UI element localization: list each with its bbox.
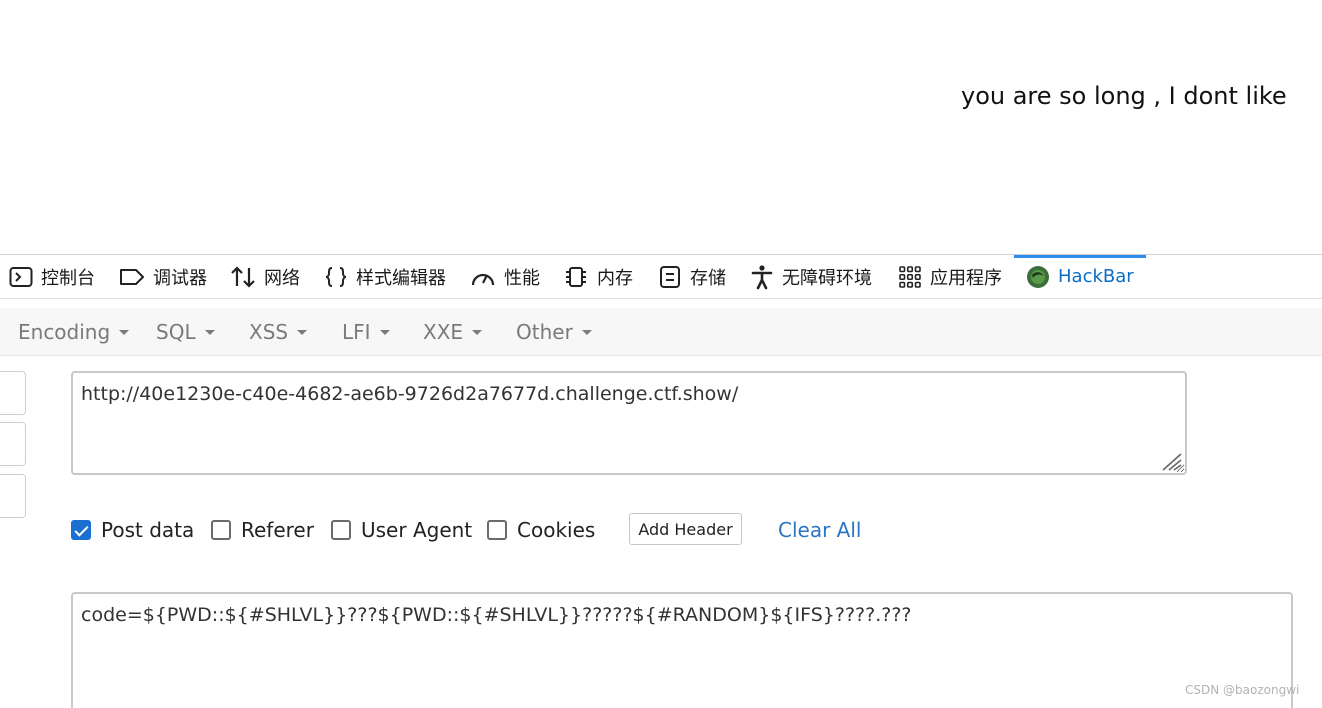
braces-icon (325, 266, 347, 287)
tab-application[interactable]: 应用程序 (898, 255, 1002, 298)
post-data-checkbox[interactable]: Post data (71, 513, 194, 547)
url-input[interactable]: http://40e1230e-c40e-4682-ae6b-9726d2a76… (71, 371, 1187, 475)
debugger-icon (120, 268, 144, 285)
caret-down-icon (119, 329, 130, 335)
tab-storage[interactable]: 存储 (658, 255, 726, 298)
tab-label: 控制台 (41, 267, 95, 289)
tab-network[interactable]: 网络 (230, 255, 300, 298)
caret-down-icon (581, 329, 592, 335)
caret-down-icon (472, 329, 483, 335)
devtools-panel: 控制台 调试器 网络 样式编辑器 性能 内存 存储 无障碍环境 应用程序 Hac… (0, 254, 1322, 708)
menu-other[interactable]: Other (516, 318, 592, 346)
network-arrows-icon (231, 265, 255, 288)
caret-down-icon (297, 329, 308, 335)
site-message: you are so long , I dont like (961, 82, 1287, 110)
tab-console[interactable]: 控制台 (9, 255, 95, 298)
checkbox-icon (331, 520, 351, 540)
menu-label: LFI (342, 320, 371, 344)
tab-label: 应用程序 (930, 267, 1002, 289)
tab-label: 调试器 (153, 267, 207, 289)
tab-label: 样式编辑器 (356, 267, 446, 289)
checkbox-icon (487, 520, 507, 540)
referer-checkbox[interactable]: Referer (211, 513, 314, 547)
checkbox-icon (211, 520, 231, 540)
load-url-button[interactable] (0, 371, 26, 415)
split-url-button[interactable] (0, 422, 26, 466)
menu-xss[interactable]: XSS (249, 318, 308, 346)
tab-label: 网络 (264, 267, 300, 289)
post-data-input[interactable]: code=${PWD::${#SHLVL}}???${PWD::${#SHLVL… (71, 592, 1293, 708)
console-icon (9, 266, 33, 287)
caret-down-icon (379, 329, 390, 335)
menu-label: XXE (423, 320, 464, 344)
tab-performance[interactable]: 性能 (470, 255, 540, 298)
tab-label: 性能 (504, 267, 540, 289)
execute-button[interactable] (0, 474, 26, 518)
tab-memory[interactable]: 内存 (563, 255, 633, 298)
accessibility-icon (751, 264, 773, 289)
tab-label: 无障碍环境 (782, 267, 872, 289)
clear-all-link[interactable]: Clear All (778, 513, 861, 547)
menu-label: Encoding (18, 320, 111, 344)
devtools-tabbar: 控制台 调试器 网络 样式编辑器 性能 内存 存储 无障碍环境 应用程序 Hac… (0, 255, 1322, 299)
hackbar-logo-icon (1027, 265, 1049, 288)
option-label: Post data (101, 518, 195, 542)
caret-down-icon (204, 329, 215, 335)
tab-style-editor[interactable]: 样式编辑器 (324, 255, 446, 298)
option-label: Referer (241, 518, 314, 542)
menu-label: XSS (249, 320, 289, 344)
memory-chip-icon (566, 266, 586, 287)
hackbar-toolbar: Encoding SQL XSS LFI XXE Other (0, 308, 1322, 356)
option-label: User Agent (361, 518, 473, 542)
menu-encoding[interactable]: Encoding (18, 318, 130, 346)
tab-accessibility[interactable]: 无障碍环境 (750, 255, 872, 298)
gauge-icon (471, 273, 495, 285)
tab-label: 内存 (597, 267, 633, 289)
storage-icon (660, 265, 680, 288)
browser-page: you are so long , I dont like 控制台 调试器 网络… (0, 0, 1322, 708)
menu-xxe[interactable]: XXE (423, 318, 483, 346)
user-agent-checkbox[interactable]: User Agent (331, 513, 472, 547)
tab-label: HackBar (1058, 266, 1134, 287)
tab-hackbar[interactable]: HackBar (1014, 255, 1146, 298)
apps-grid-icon (899, 265, 921, 288)
menu-label: Other (516, 320, 573, 344)
tab-label: 存储 (690, 267, 726, 289)
watermark: CSDN @baozongwi (1185, 683, 1300, 697)
menu-sql[interactable]: SQL (156, 318, 215, 346)
add-header-button[interactable]: Add Header (629, 513, 742, 545)
menu-label: SQL (156, 320, 196, 344)
menu-lfi[interactable]: LFI (342, 318, 390, 346)
checkbox-checked-icon (71, 520, 91, 540)
option-label: Cookies (517, 518, 596, 542)
resize-grip-icon[interactable] (1160, 451, 1182, 471)
cookies-checkbox[interactable]: Cookies (487, 513, 595, 547)
tab-debugger[interactable]: 调试器 (119, 255, 207, 298)
